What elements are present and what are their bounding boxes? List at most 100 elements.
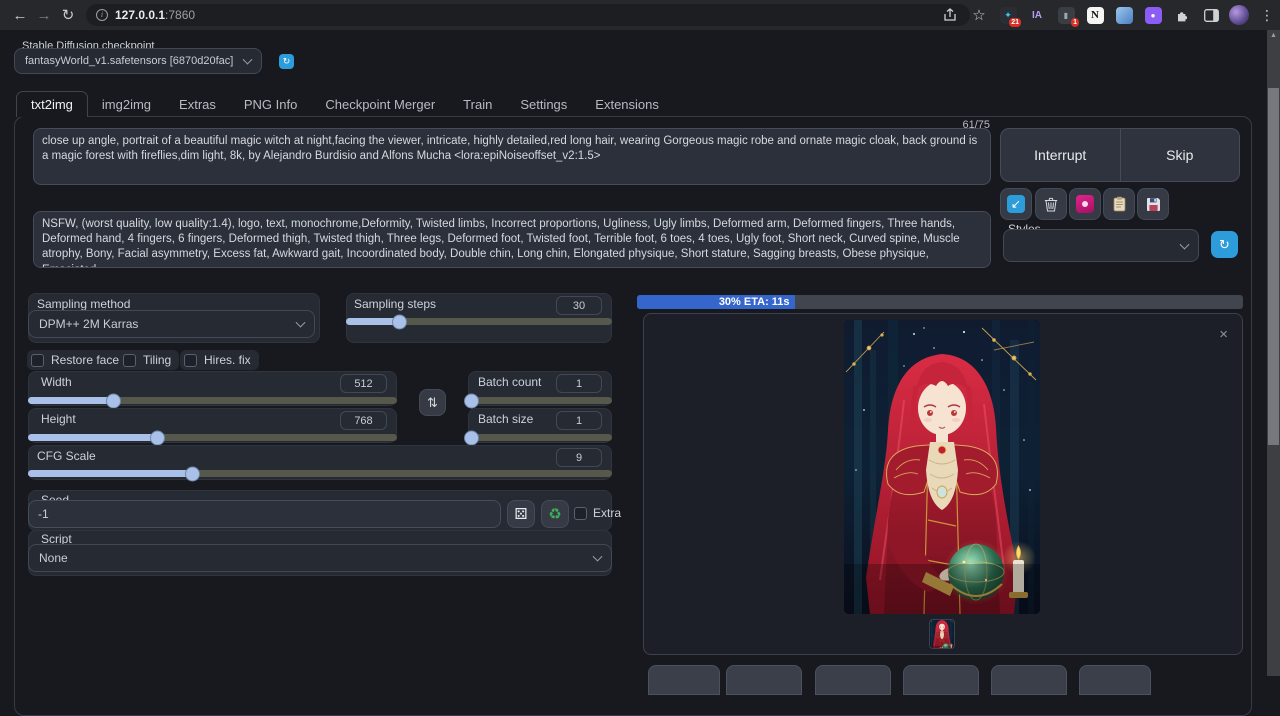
bookmark-star-icon[interactable]: ☆ (968, 4, 990, 26)
skip-button[interactable]: Skip (1121, 129, 1240, 181)
sampling-steps-slider[interactable] (346, 318, 612, 325)
progress-text: 30% ETA: 11s (719, 296, 795, 308)
generation-progress-bar: 30% ETA: 11s (637, 295, 1243, 309)
sampling-method-value: DPM++ 2M Karras (39, 317, 138, 331)
gallery-action-button[interactable] (991, 665, 1067, 695)
tab-train[interactable]: Train (449, 92, 506, 117)
slider-handle[interactable] (464, 393, 479, 408)
clear-prompt-button[interactable] (1035, 188, 1067, 220)
arrow-down-left-icon: ↙ (1007, 195, 1025, 213)
sampling-method-label: Sampling method (37, 297, 130, 311)
gallery-action-button[interactable] (1079, 665, 1151, 695)
scrollbar-thumb[interactable] (1268, 88, 1279, 445)
height-input[interactable] (340, 411, 387, 430)
gallery-action-button[interactable] (815, 665, 891, 695)
extra-networks-button[interactable] (1069, 188, 1101, 220)
hires-fix-label: Hires. fix (204, 353, 251, 367)
slider-handle[interactable] (464, 430, 479, 445)
slider-handle[interactable] (150, 430, 165, 445)
extension-badge: 1 (1071, 18, 1079, 27)
gallery-action-button[interactable] (648, 665, 720, 695)
tiling-label: Tiling (143, 353, 171, 367)
restore-faces-label: Restore faces (51, 353, 125, 367)
script-value: None (39, 551, 68, 565)
address-bar[interactable]: i 127.0.0.1:7860 (86, 4, 970, 26)
extensions-puzzle-icon[interactable] (1171, 4, 1193, 26)
checkbox-icon (123, 354, 136, 367)
checkpoint-refresh-button[interactable]: ↻ (279, 54, 294, 69)
cfg-scale-input[interactable] (556, 448, 602, 467)
page-scrollbar[interactable]: ▲ (1267, 30, 1280, 676)
save-style-button[interactable] (1137, 188, 1169, 220)
tab-txt2img[interactable]: txt2img (16, 91, 88, 117)
browser-forward-button[interactable]: → (32, 3, 56, 27)
apply-styles-button[interactable] (1103, 188, 1135, 220)
styles-refresh-button[interactable]: ↻ (1211, 231, 1238, 258)
tab-checkpoint-merger[interactable]: Checkpoint Merger (311, 92, 449, 117)
browser-menu-icon[interactable]: ⋮ (1256, 4, 1278, 26)
chevron-down-icon (243, 55, 253, 65)
extension-icon-diamond[interactable]: ✦ 21 (997, 4, 1019, 26)
swap-width-height-button[interactable]: ⇅ (419, 389, 446, 416)
progress-fill: 30% ETA: 11s (637, 295, 795, 309)
sampling-steps-input[interactable] (556, 296, 602, 315)
tab-settings[interactable]: Settings (506, 92, 581, 117)
extension-icon-dark[interactable]: ▮ 1 (1055, 4, 1077, 26)
slider-handle[interactable] (106, 393, 121, 408)
generated-image[interactable] (844, 320, 1040, 614)
batch-size-slider[interactable] (468, 434, 612, 441)
script-dropdown[interactable]: None (28, 544, 612, 572)
reuse-seed-button[interactable]: ♻ (541, 500, 569, 528)
slider-handle[interactable] (185, 466, 200, 481)
width-slider[interactable] (28, 397, 397, 404)
gallery-action-button[interactable] (726, 665, 802, 695)
restore-faces-checkbox[interactable]: Restore faces (27, 350, 133, 370)
recycle-icon: ♻ (548, 505, 561, 523)
browser-back-button[interactable]: ← (8, 3, 32, 27)
random-seed-button[interactable]: ⚄ (507, 500, 535, 528)
close-icon[interactable]: × (1219, 326, 1228, 343)
negative-prompt-input[interactable]: NSFW, (worst quality, low quality:1.4), … (33, 211, 991, 268)
prompt-input[interactable]: close up angle, portrait of a beautiful … (33, 128, 991, 185)
width-input[interactable] (340, 374, 387, 393)
batch-size-input[interactable] (556, 411, 602, 430)
browser-reload-button[interactable]: ↻ (56, 3, 80, 27)
seed-input[interactable] (28, 500, 501, 528)
slider-handle[interactable] (392, 314, 407, 329)
height-label: Height (41, 412, 76, 426)
tiling-checkbox[interactable]: Tiling (119, 350, 179, 370)
chevron-down-icon (593, 552, 603, 562)
checkpoint-dropdown[interactable]: fantasyWorld_v1.safetensors [6870d20fac] (14, 48, 262, 74)
sampling-method-dropdown[interactable]: DPM++ 2M Karras (28, 310, 315, 338)
extra-seed-checkbox[interactable]: Extra (574, 506, 621, 520)
generation-actions: Interrupt Skip (1000, 128, 1240, 182)
tab-png-info[interactable]: PNG Info (230, 92, 311, 117)
styles-dropdown[interactable] (1003, 229, 1199, 262)
site-info-icon[interactable]: i (96, 9, 108, 21)
interrupt-button[interactable]: Interrupt (1001, 129, 1120, 181)
side-panel-icon[interactable] (1200, 4, 1222, 26)
scrollbar-up-arrow-icon[interactable]: ▲ (1267, 32, 1280, 39)
extension-icon-purple[interactable]: ● (1142, 4, 1164, 26)
tab-extras[interactable]: Extras (165, 92, 230, 117)
batch-count-input[interactable] (556, 374, 602, 393)
extension-icon-blue[interactable] (1113, 4, 1135, 26)
chevron-down-icon (296, 318, 306, 328)
paste-generation-params-button[interactable]: ↙ (1000, 188, 1032, 220)
gallery-thumbnail[interactable] (930, 620, 954, 648)
cfg-scale-slider[interactable] (28, 470, 612, 477)
tab-extensions[interactable]: Extensions (581, 92, 673, 117)
gallery-action-button[interactable] (903, 665, 979, 695)
share-icon[interactable] (939, 4, 961, 26)
batch-count-slider[interactable] (468, 397, 612, 404)
extension-icon-notion[interactable]: N (1084, 4, 1106, 26)
browser-toolbar: ← → ↻ i 127.0.0.1:7860 ☆ ✦ 21 IA ▮ 1 N ● (0, 0, 1280, 30)
width-label: Width (41, 375, 72, 389)
hires-fix-checkbox[interactable]: Hires. fix (180, 350, 259, 370)
checkbox-icon (574, 507, 587, 520)
extension-icon-ia[interactable]: IA (1026, 4, 1048, 26)
browser-profile-avatar[interactable] (1229, 5, 1249, 25)
height-slider[interactable] (28, 434, 397, 441)
tab-img2img[interactable]: img2img (88, 92, 165, 117)
checkpoint-value: fantasyWorld_v1.safetensors [6870d20fac] (25, 55, 233, 67)
